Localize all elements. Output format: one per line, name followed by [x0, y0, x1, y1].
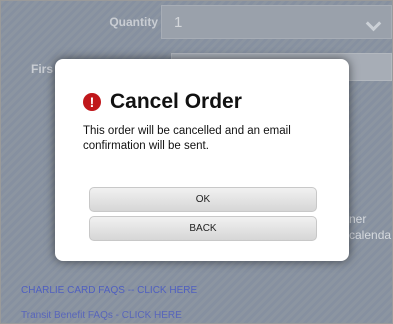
- transit-faq-prefix: Transit Benefit FAQs -: [21, 310, 122, 321]
- dialog-title: Cancel Order: [110, 90, 242, 113]
- dialog-header: ! Cancel Order: [83, 90, 242, 114]
- transit-faq-link[interactable]: CLICK HERE: [122, 310, 182, 321]
- cancel-order-dialog: ! Cancel Order This order will be cancel…: [55, 59, 349, 261]
- background-text-line1: ner: [349, 212, 367, 226]
- chevron-down-icon: [365, 15, 382, 32]
- dialog-message: This order will be cancelled and an emai…: [83, 125, 291, 152]
- quantity-value: 1: [174, 14, 183, 31]
- back-button[interactable]: BACK: [89, 216, 317, 241]
- alert-circle-icon: !: [83, 93, 101, 111]
- page-frame: Quantity 1 Firs ner calenda CHARLIE CARD…: [0, 0, 393, 324]
- quantity-label: Quantity: [109, 15, 158, 29]
- transit-benefit-faq: Transit Benefit FAQs - CLICK HERE: [21, 310, 182, 321]
- quantity-select[interactable]: 1: [161, 5, 392, 39]
- charlie-card-faq-link[interactable]: CHARLIE CARD FAQS -- CLICK HERE: [21, 285, 197, 296]
- background-text-line2: calenda: [349, 228, 392, 242]
- first-name-label: Firs: [31, 62, 54, 76]
- ok-button[interactable]: OK: [89, 187, 317, 212]
